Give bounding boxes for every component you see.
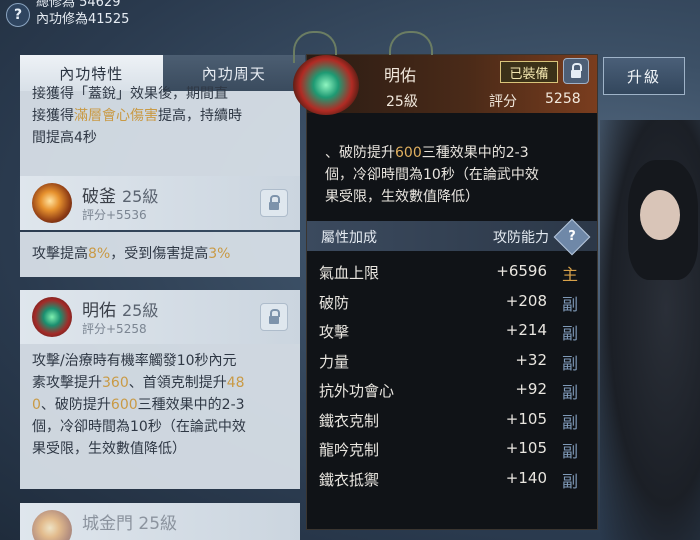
jade-gem-icon <box>32 297 72 337</box>
skill-card-mingyou[interactable]: 明佑 25級 評分+5258 <box>20 290 300 344</box>
total-cultivation: 總修為 54629 <box>36 0 121 10</box>
skill-name: 破釜 25級 <box>82 187 159 207</box>
skill-detail-popup: 明佑 25級 評分 5258 已裝備 、破防提升600三種效果中的2-3 個，冷… <box>293 31 598 530</box>
cultivation-stats: ? 總修為 54629 內功修為41525 <box>6 0 129 28</box>
main-attr-tag: 主 <box>562 265 579 284</box>
help-icon[interactable]: ? <box>553 218 591 256</box>
lock-icon[interactable] <box>260 303 288 331</box>
attribute-row: 氣血上限 +6596 主 <box>319 262 579 284</box>
desc-line: 間提高4秒 <box>32 130 97 146</box>
skill-card-third[interactable]: 城金門 25級 <box>20 503 300 540</box>
sub-attr-tag: 副 <box>562 383 579 402</box>
jade-gem-icon <box>293 55 359 115</box>
sub-attr-tag: 副 <box>562 471 579 491</box>
lock-icon[interactable] <box>563 58 589 84</box>
detail-header: 明佑 25級 評分 5258 已裝備 <box>293 55 597 115</box>
detail-score: 5258 <box>545 91 581 107</box>
attribute-bonus-label: 屬性加成 <box>321 230 377 246</box>
skill-score: 評分+5258 <box>82 322 147 336</box>
attribute-row: 鐵衣抵禦 +140 副 <box>319 468 579 491</box>
desc-line: 接獲得滿層會心傷害提高，持續時 <box>32 108 242 124</box>
character-portrait <box>600 120 700 540</box>
skill-name: 明佑 25級 <box>82 301 159 321</box>
detail-skill-level: 25級 <box>386 94 418 110</box>
desc-line: 接獲得「蓋銳」效果後，期間直 <box>32 86 228 102</box>
equipped-badge: 已裝備 <box>500 61 558 83</box>
attribute-row: 龍吟克制 +105 副 <box>319 439 579 461</box>
skill-card-pofu[interactable]: 破釜 25級 評分+5536 <box>20 176 300 230</box>
sub-attr-tag: 副 <box>562 442 579 461</box>
inner-skill-panel: 內功特性 內功周天 接獲得「蓋銳」效果後，期間直 接獲得滿層會心傷害提高，持續時… <box>20 55 305 540</box>
attribute-header: 屬性加成 攻防能力 ? <box>307 218 597 256</box>
attribute-row: 破防 +208 副 <box>319 291 579 314</box>
sub-attr-tag: 副 <box>562 294 579 314</box>
skill-desc-card: 攻擊/治療時有機率觸發10秒內元 素攻擊提升360、首領克制提升48 0、破防提… <box>20 344 300 489</box>
lock-icon[interactable] <box>260 189 288 217</box>
attribute-row: 力量 +32 副 <box>319 350 579 373</box>
inner-cultivation: 內功修為41525 <box>36 12 130 27</box>
skill-score: 評分+5536 <box>82 208 147 222</box>
attribute-row: 抗外功會心 +92 副 <box>319 380 579 402</box>
attribute-row: 鐵衣克制 +105 副 <box>319 409 579 432</box>
attribute-list: 氣血上限 +6596 主 破防 +208 副 攻擊 +214 副 力量 +32 … <box>307 258 597 494</box>
detail-score-label: 評分 <box>489 94 517 110</box>
sub-attr-tag: 副 <box>562 412 579 432</box>
help-icon[interactable]: ? <box>6 3 30 27</box>
gem-icon <box>32 510 72 540</box>
sub-attr-tag: 副 <box>562 324 579 343</box>
combat-power-label: 攻防能力 <box>493 230 549 246</box>
skill-desc-card: 攻擊提高8%，受到傷害提高3% <box>20 232 300 277</box>
skill-name: 城金門 25級 <box>82 514 178 534</box>
attribute-row: 攻擊 +214 副 <box>319 321 579 343</box>
upgrade-button[interactable]: 升級 <box>603 57 685 95</box>
sub-attr-tag: 副 <box>562 353 579 373</box>
detail-description: 、破防提升600三種效果中的2-3 個，冷卻時間為10秒（在論武中效 果受限，生… <box>325 145 539 205</box>
detail-skill-name: 明佑 <box>384 66 417 85</box>
fire-gem-icon <box>32 183 72 223</box>
